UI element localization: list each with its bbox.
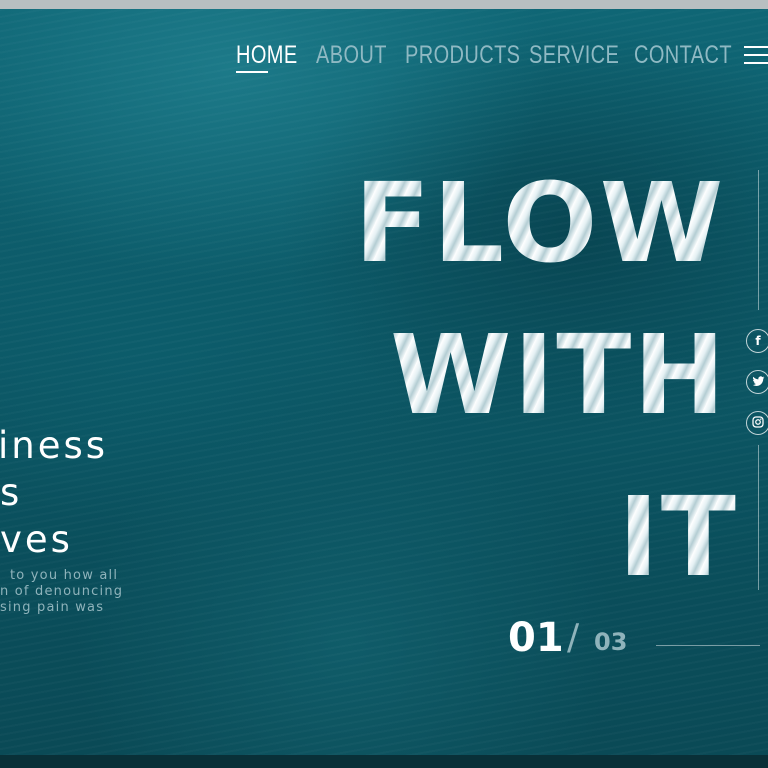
- description-line-1: to you how all: [10, 568, 119, 583]
- headline-word-with: WITH: [390, 311, 728, 439]
- hamburger-icon[interactable]: [744, 46, 768, 64]
- twitter-bird-glyph: [752, 376, 764, 386]
- twitter-icon[interactable]: [746, 370, 768, 394]
- headline-word-flow: FLOW: [354, 159, 726, 287]
- subheading-line-3: ves: [0, 518, 73, 561]
- hero-subheading: iness s ves: [0, 422, 108, 563]
- nav-products[interactable]: PRODUCTS: [405, 41, 520, 70]
- window-bottom-edge: [0, 755, 768, 768]
- main-nav: HOME ABOUT PRODUCTS SERVICE CONTACT: [0, 41, 768, 75]
- subheading-line-1: iness: [0, 424, 109, 467]
- instagram-camera-glyph: [752, 416, 764, 428]
- slide-progress-line: [656, 645, 760, 646]
- slide-separator: /: [567, 617, 580, 658]
- slide-current-number: 01: [508, 615, 564, 661]
- nav-contact[interactable]: CONTACT: [634, 41, 732, 70]
- description-line-2: n of denouncing: [0, 584, 124, 599]
- subheading-line-2: s: [0, 471, 23, 514]
- window-top-edge: [0, 0, 768, 9]
- social-divider-top: [758, 170, 759, 310]
- nav-service[interactable]: SERVICE: [529, 41, 619, 70]
- description-line-3: sing pain was: [0, 600, 105, 615]
- headline-word-it: IT: [618, 473, 738, 601]
- slide-total-number: 03: [594, 628, 628, 656]
- social-divider-bottom: [758, 445, 759, 590]
- active-nav-underline: [236, 71, 268, 73]
- instagram-icon[interactable]: [746, 411, 768, 435]
- hero-description: to you how all n of denouncing sing pain…: [0, 568, 123, 616]
- facebook-icon[interactable]: f: [746, 329, 768, 353]
- nav-about[interactable]: ABOUT: [316, 41, 387, 70]
- nav-home[interactable]: HOME: [236, 41, 298, 70]
